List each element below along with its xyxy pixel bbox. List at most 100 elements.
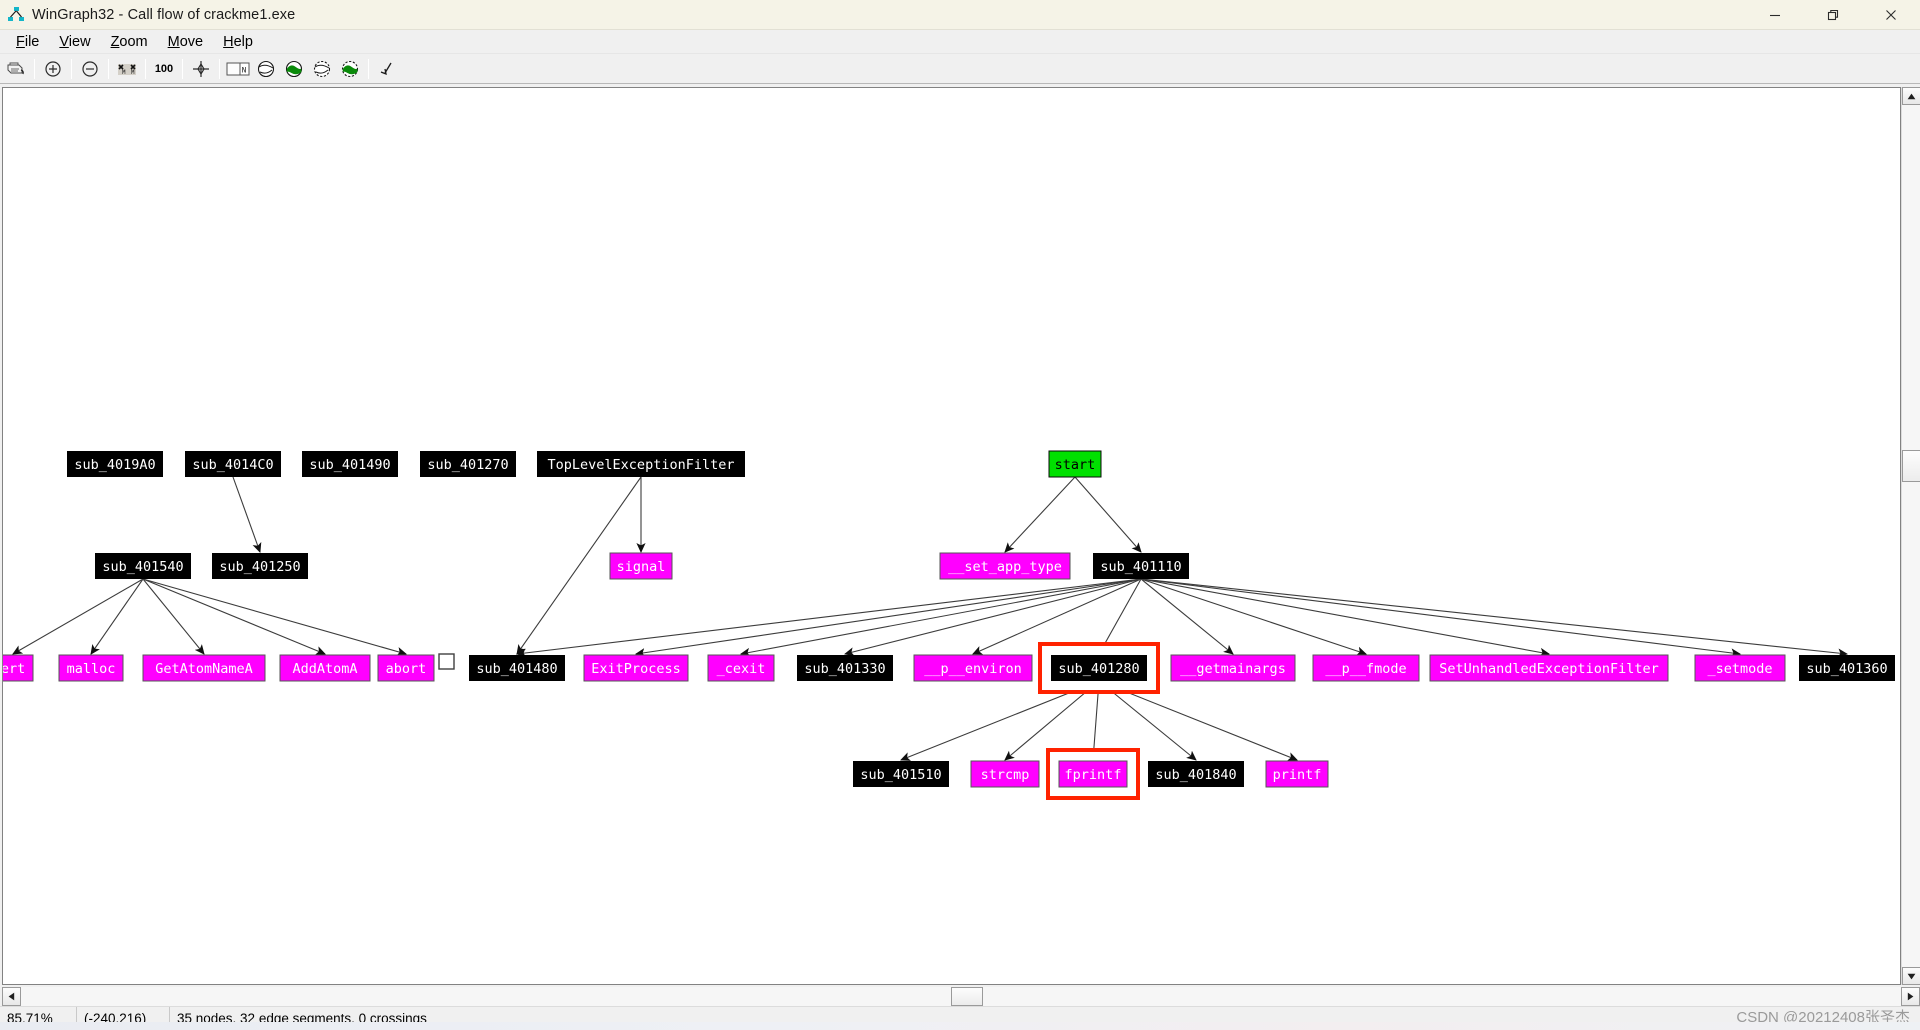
toolbar: M M 100 N (0, 54, 1920, 84)
horizontal-scroll-track[interactable] (21, 987, 1901, 1006)
close-button[interactable] (1862, 0, 1920, 30)
wingraph-window: WinGraph32 - Call flow of crackme1.exe F… (0, 0, 1920, 1030)
node-label: signal (617, 559, 666, 575)
graph-node[interactable]: sub_401840 (1148, 761, 1244, 787)
node-label: _cexit (717, 661, 766, 677)
scroll-down-button[interactable] (1902, 967, 1920, 985)
menu-file-rest: ile (24, 33, 40, 50)
node-label: sub_401540 (102, 559, 183, 575)
graph-edge (1004, 476, 1076, 553)
node-label: strcmp (981, 767, 1030, 783)
graph-node[interactable]: sub_401270 (420, 451, 516, 477)
node-label: __getmainargs (1180, 661, 1286, 677)
down-left-arrow-button[interactable] (374, 57, 400, 81)
graph-edge (142, 578, 407, 656)
status-bar: 85.71% (-240,216) 35 nodes, 32 edge segm… (0, 1006, 1920, 1030)
zoom-100-button[interactable]: 100 (151, 57, 177, 81)
node-label: GetAtomNameA (155, 661, 253, 677)
graph-canvas[interactable]: sub_4019A0 sub_4014C0 sub_401490 sub_401270… (2, 87, 1901, 985)
horizontal-scrollbar[interactable] (2, 987, 1920, 1006)
zoom-out-button[interactable] (77, 57, 103, 81)
menu-file[interactable]: File (6, 32, 49, 52)
graph-globe-button[interactable] (253, 57, 279, 81)
node-label: abort (386, 661, 427, 677)
toolbar-separator-7 (368, 58, 369, 79)
graph-node[interactable]: sub_401280 (1038, 642, 1160, 694)
graph-node[interactable]: AddAtomA (279, 654, 371, 682)
scroll-up-button[interactable] (1902, 87, 1920, 105)
graph-node[interactable]: sub_401250 (212, 553, 308, 579)
toolbar-separator-6 (219, 58, 220, 79)
graph-node[interactable]: _setmode (1694, 654, 1786, 682)
graph-node[interactable]: fprintf (1046, 748, 1140, 800)
node-label: sub_401110 (1100, 559, 1181, 575)
vertical-scroll-thumb[interactable] (1902, 450, 1920, 482)
graph-node[interactable]: sub_401110 (1093, 553, 1189, 579)
graph-node[interactable]: printf (1265, 760, 1329, 788)
menu-help[interactable]: Help (213, 32, 263, 52)
graph-node[interactable]: _cexit (707, 654, 775, 682)
graph-node[interactable]: __p__environ (913, 654, 1033, 682)
graph-node[interactable]: __p__fmode (1312, 654, 1420, 682)
zoom-in-button[interactable] (40, 57, 66, 81)
graph-marker-layer (438, 653, 455, 670)
vertical-scroll-track[interactable] (1902, 105, 1920, 967)
graph-globe-dashed-filled-button[interactable] (337, 57, 363, 81)
node-label: ert (3, 661, 25, 677)
node-label: sub_401330 (804, 661, 885, 677)
graph-node[interactable]: strcmp (970, 760, 1040, 788)
vertical-scrollbar[interactable] (1901, 87, 1920, 985)
fit-to-window-button[interactable]: M M (114, 57, 140, 81)
graph-node[interactable]: sub_401360 (1799, 655, 1895, 681)
node-label: sub_4019A0 (74, 457, 155, 473)
scroll-right-button[interactable] (1901, 987, 1920, 1006)
graph-node[interactable]: abort (377, 654, 435, 682)
graph-globe-dashed-button[interactable] (309, 57, 335, 81)
edge-layer (12, 476, 1848, 761)
graph-node[interactable]: __set_app_type (939, 552, 1071, 580)
minimize-button[interactable] (1746, 0, 1804, 30)
toolbar-separator-2 (71, 58, 72, 79)
graph-node[interactable]: GetAtomNameA (142, 654, 266, 682)
graph-node[interactable]: signal (609, 552, 673, 580)
node-label: AddAtomA (292, 661, 357, 677)
graph-node[interactable]: start (1048, 450, 1102, 478)
horizontal-scroll-thumb[interactable] (951, 987, 983, 1006)
menu-zoom[interactable]: Zoom (101, 32, 158, 52)
node-box-button[interactable]: N (225, 57, 251, 81)
node-label: SetUnhandledExceptionFilter (1439, 661, 1658, 677)
toolbar-separator-5 (182, 58, 183, 79)
menu-move[interactable]: Move (158, 32, 213, 52)
graph-node[interactable]: sub_401480 (469, 655, 565, 681)
scroll-left-button[interactable] (2, 987, 21, 1006)
wingraph-icon (7, 6, 25, 24)
graph-node[interactable]: SetUnhandledExceptionFilter (1429, 654, 1669, 682)
maximize-button[interactable] (1804, 0, 1862, 30)
graph-node[interactable]: ExitProcess (583, 654, 689, 682)
graph-node[interactable]: sub_4014C0 (185, 451, 281, 477)
graph-node[interactable]: malloc (58, 654, 124, 682)
zoom-100-label: 100 (154, 62, 174, 75)
node-label: sub_401360 (1806, 661, 1887, 677)
menu-view[interactable]: View (49, 32, 100, 52)
graph-node[interactable]: sub_401510 (853, 761, 949, 787)
toolbar-separator-4 (145, 58, 146, 79)
graph-node[interactable]: sub_401330 (797, 655, 893, 681)
graph-node[interactable]: ert (3, 654, 34, 682)
center-crosshair-button[interactable] (188, 57, 214, 81)
menu-zoom-rest: oom (119, 33, 148, 50)
node-label: sub_401270 (427, 457, 508, 473)
graph-node[interactable]: sub_401540 (95, 553, 191, 579)
call-flow-graph: sub_4019A0 sub_4014C0 sub_401490 sub_401270… (3, 450, 1895, 800)
graph-node[interactable]: TopLevelExceptionFilter (537, 451, 745, 477)
print-button[interactable] (3, 57, 29, 81)
menu-move-rest: ove (179, 33, 204, 50)
node-label: sub_401510 (860, 767, 941, 783)
graph-node[interactable]: sub_4019A0 (67, 451, 163, 477)
node-label: _setmode (1707, 661, 1772, 677)
taskbar-strip (0, 1022, 1920, 1030)
menu-help-accel: H (223, 33, 234, 50)
graph-node[interactable]: sub_401490 (302, 451, 398, 477)
graph-globe-filled-button[interactable] (281, 57, 307, 81)
graph-node[interactable]: __getmainargs (1170, 654, 1296, 682)
